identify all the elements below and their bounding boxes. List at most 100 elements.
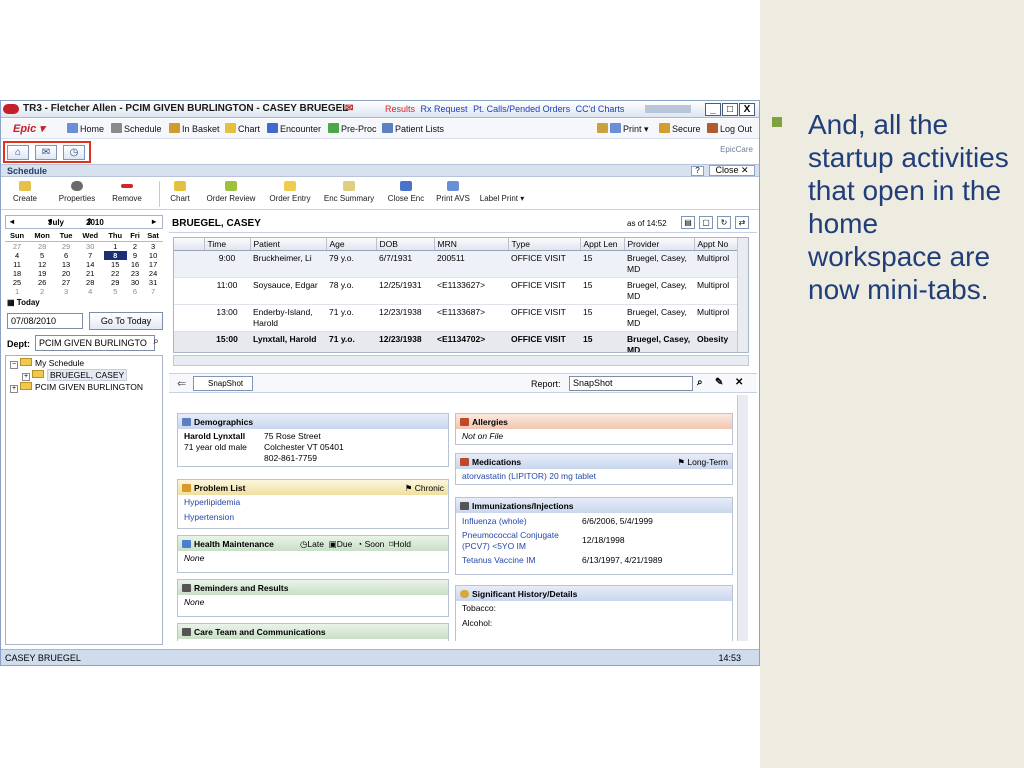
chart-button[interactable]: Chart xyxy=(225,123,260,134)
immunizations-header[interactable]: Immunizations/Injections xyxy=(456,498,732,513)
reminders-header[interactable]: Reminders and Results xyxy=(178,580,448,595)
epic-menu-button[interactable]: Epic ▾ xyxy=(13,122,45,135)
report-edit-icon[interactable]: ✎ xyxy=(715,377,723,388)
immunization-name[interactable]: Tetanus Vaccine IM xyxy=(462,555,574,566)
search-icon[interactable]: ⌕ xyxy=(149,336,163,350)
calendar-day[interactable]: 27 xyxy=(55,278,77,287)
calendar-day[interactable]: 9 xyxy=(127,251,143,260)
calendar-day[interactable]: 5 xyxy=(104,287,127,296)
column-header[interactable]: MRN xyxy=(434,238,509,251)
calendar-day[interactable]: 6 xyxy=(127,287,143,296)
problem-item[interactable]: Hyperlipidemia xyxy=(184,497,442,508)
close-section-button[interactable]: Close ✕ xyxy=(709,165,755,176)
calendar-day[interactable]: 26 xyxy=(29,278,55,287)
refresh-icon[interactable]: ↻ xyxy=(717,216,731,229)
column-header[interactable]: Type xyxy=(508,238,581,251)
immunization-name[interactable]: Pneumococcal Conjugate (PCV7) <5YO IM xyxy=(462,530,574,552)
column-header[interactable]: DOB xyxy=(376,238,435,251)
calendar-day[interactable]: 8 xyxy=(103,250,127,260)
calendar-day[interactable]: 16 xyxy=(127,260,143,269)
maximize-button[interactable]: □ xyxy=(722,103,738,116)
calendar-day[interactable]: 12 xyxy=(29,260,55,269)
home-minitab[interactable]: ⌂ xyxy=(7,145,29,160)
calendar-day[interactable]: 27 xyxy=(5,241,29,251)
year-spinner[interactable]: 2010 ⇕ xyxy=(86,217,104,227)
prev-month-button[interactable]: ◂ xyxy=(10,217,14,226)
calendar-day[interactable]: 6 xyxy=(55,251,77,260)
calendar-day[interactable]: 29 xyxy=(104,278,127,287)
calendar-day[interactable]: 24 xyxy=(143,269,163,278)
ccd-charts-link[interactable]: CC'd Charts xyxy=(576,104,625,114)
patient-lists-button[interactable]: Patient Lists xyxy=(382,123,444,134)
column-header[interactable]: Patient xyxy=(250,238,327,251)
calendar-day[interactable]: 30 xyxy=(77,241,104,251)
close-enc-button[interactable]: Close Enc xyxy=(383,178,429,203)
calendar-day[interactable]: 1 xyxy=(5,287,29,296)
soon-tag[interactable]: ◔ Soon xyxy=(357,539,384,549)
remove-button[interactable]: Remove xyxy=(109,178,145,203)
tree-item-my-schedule[interactable]: − My Schedule xyxy=(10,358,84,369)
enc-summary-button[interactable]: Enc Summary xyxy=(319,178,379,203)
log-out-button[interactable]: Log Out xyxy=(707,123,752,134)
calendar-day[interactable]: 14 xyxy=(77,260,104,269)
report-search-icon[interactable]: ⌕ xyxy=(697,377,703,388)
expand-icon[interactable]: + xyxy=(10,385,18,393)
dept-input[interactable]: PCIM GIVEN BURLINGTO xyxy=(35,335,155,351)
calendar-day[interactable]: 28 xyxy=(77,278,104,287)
report-input[interactable]: SnapShot xyxy=(569,376,693,391)
print-avs-button[interactable]: Print AVS xyxy=(433,178,473,203)
calendar-day[interactable]: 3 xyxy=(55,287,77,296)
calendar-day[interactable]: 4 xyxy=(5,251,29,260)
calendar-day[interactable]: 21 xyxy=(77,269,104,278)
calendar-day[interactable]: 23 xyxy=(127,269,143,278)
clock-minitab[interactable]: ◷ xyxy=(63,145,85,160)
table-row[interactable]: 11:00 Soysauce, Edgar 78 y.o. 12/25/1931 <E1… xyxy=(174,277,748,305)
order-review-button[interactable]: Order Review xyxy=(203,178,259,203)
month-select[interactable]: July ▾ xyxy=(48,217,64,227)
hold-tag[interactable]: ⌑Hold xyxy=(389,539,411,549)
calendar-day[interactable]: 19 xyxy=(29,269,55,278)
minimize-button[interactable]: _ xyxy=(705,103,721,116)
order-entry-button[interactable]: Order Entry xyxy=(265,178,315,203)
label-print-button[interactable]: Label Print ▾ xyxy=(477,178,527,203)
properties-button[interactable]: Properties xyxy=(55,178,99,203)
calendar-day[interactable]: 4 xyxy=(77,287,104,296)
problem-item[interactable]: Hypertension xyxy=(184,512,442,523)
calendar-day[interactable]: 7 xyxy=(143,287,163,296)
print-button[interactable]: Print ▾ xyxy=(597,123,649,135)
calendar-day[interactable]: 18 xyxy=(5,269,29,278)
pt-calls-link[interactable]: Pt. Calls/Pended Orders xyxy=(473,104,570,114)
inbasket-minitab[interactable]: ✉ xyxy=(35,145,57,160)
snapshot-scrollbar[interactable] xyxy=(737,395,748,641)
calendar-day[interactable]: 31 xyxy=(143,278,163,287)
go-to-today-button[interactable]: Go To Today xyxy=(89,312,163,330)
calendar-day[interactable]: 29 xyxy=(55,241,77,251)
due-tag[interactable]: ▣Due xyxy=(329,539,353,549)
chronic-filter[interactable]: ⚑ Chronic xyxy=(405,483,444,494)
home-button[interactable]: Home xyxy=(67,123,104,134)
problem-list-header[interactable]: Problem List ⚑ Chronic xyxy=(178,480,448,495)
calendar-day[interactable]: 28 xyxy=(29,241,55,251)
calendar-day[interactable]: 2 xyxy=(127,241,143,251)
today-link[interactable]: ▦ Today xyxy=(7,298,40,307)
encounter-button[interactable]: Encounter xyxy=(267,123,321,134)
medication-item[interactable]: atorvastatin (LIPITOR) 20 mg tablet xyxy=(456,469,732,484)
care-team-header[interactable]: Care Team and Communications xyxy=(178,624,448,639)
close-window-button[interactable]: X xyxy=(739,103,755,116)
late-tag[interactable]: ◷Late xyxy=(300,539,324,549)
calendar-day[interactable]: 7 xyxy=(77,251,104,260)
tree-item-pcim[interactable]: + PCIM GIVEN BURLINGTON xyxy=(10,382,143,393)
close-report-button[interactable]: ✕ xyxy=(735,377,743,388)
immunization-name[interactable]: Influenza (whole) xyxy=(462,516,574,527)
chart-action-button[interactable]: Chart xyxy=(167,178,193,203)
pre-proc-button[interactable]: Pre-Proc xyxy=(328,123,377,134)
demographics-header[interactable]: Demographics xyxy=(178,414,448,429)
calendar-day[interactable]: 15 xyxy=(104,260,127,269)
calendar-day[interactable]: 30 xyxy=(127,278,143,287)
allergies-header[interactable]: Allergies xyxy=(456,414,732,429)
calendar-day[interactable]: 20 xyxy=(55,269,77,278)
calendar-day[interactable]: 2 xyxy=(29,287,55,296)
calendar-day[interactable]: 1 xyxy=(104,241,127,251)
health-maintenance-header[interactable]: Health Maintenance ◷Late ▣Due ◔ Soon ⌑Ho… xyxy=(178,536,448,551)
table-row[interactable]: 15:00 Lynxtall, Harold 71 y.o. 12/23/1938 <E… xyxy=(174,331,748,352)
